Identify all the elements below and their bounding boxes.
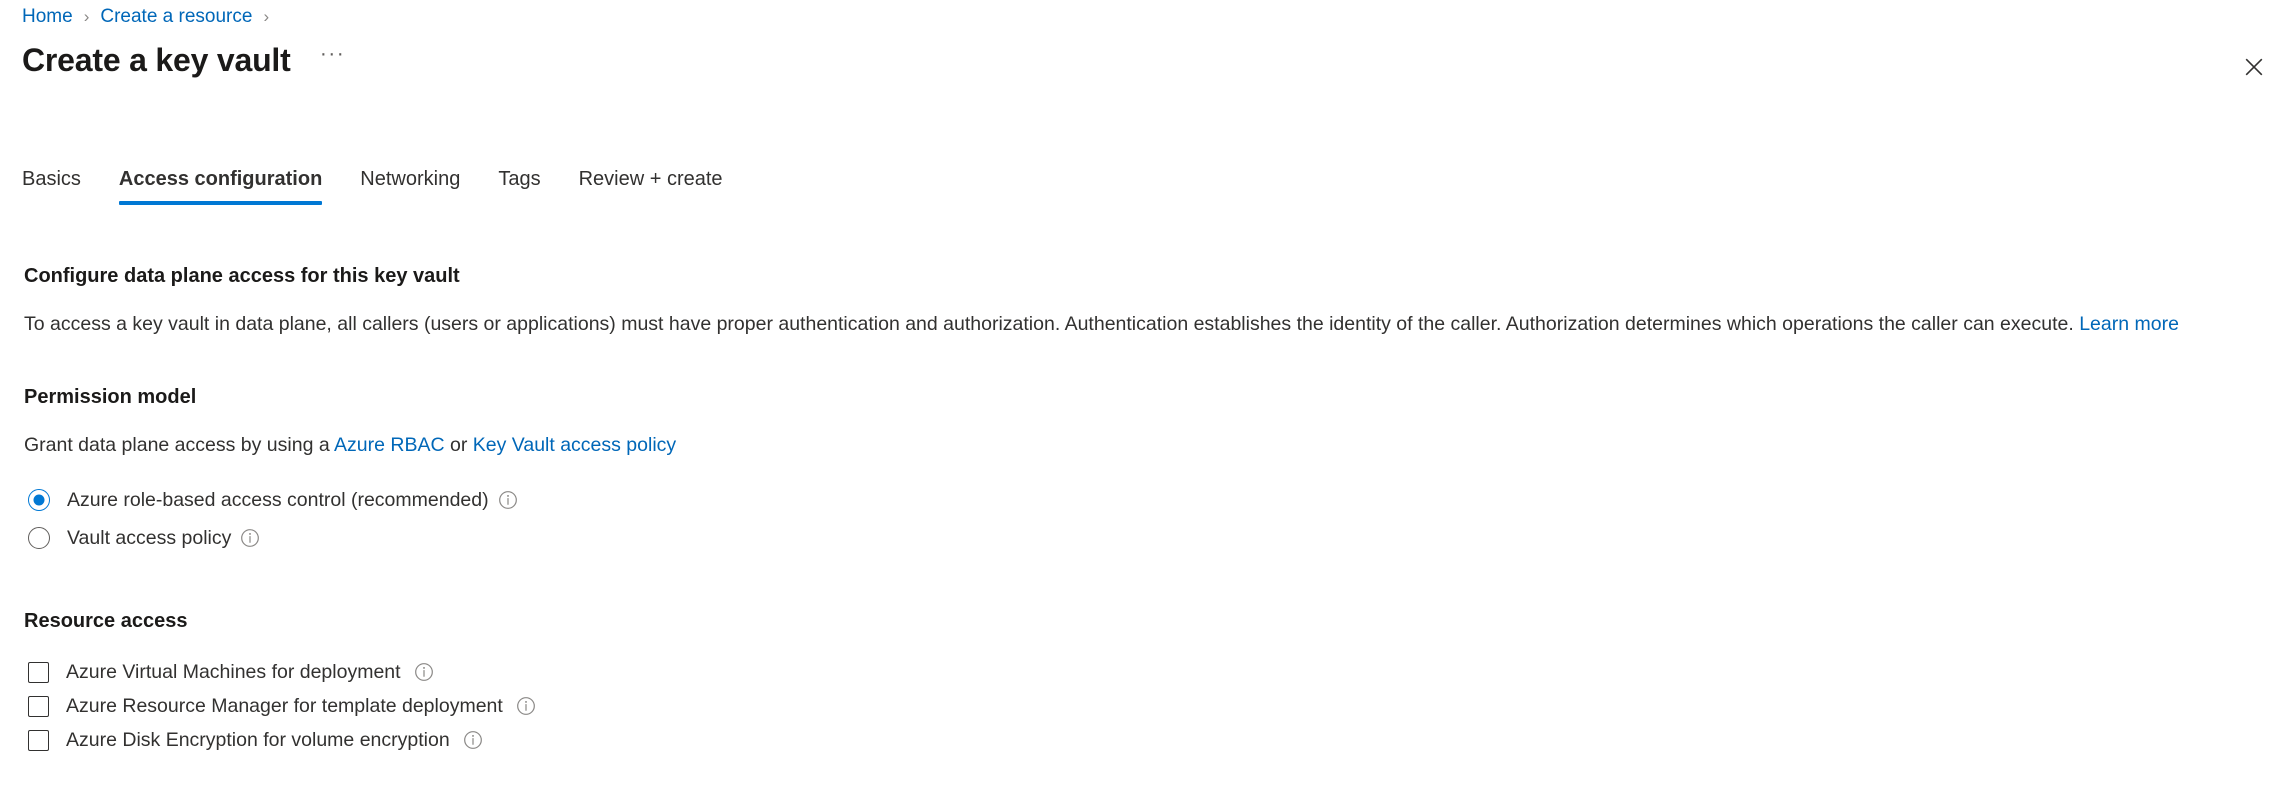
breadcrumb-separator-icon: › (263, 7, 270, 26)
resource-access-section: Resource access Azure Virtual Machines f… (24, 607, 2265, 757)
info-circle-icon (414, 663, 433, 681)
checkbox-azure-disk-encryption-label: Azure Disk Encryption for volume encrypt… (66, 729, 450, 751)
info-icon[interactable] (498, 490, 518, 510)
checkbox-indicator-icon (28, 661, 49, 683)
tab-basics[interactable]: Basics (22, 165, 81, 205)
tab-bar: Basics Access configuration Networking T… (22, 165, 723, 213)
info-icon[interactable] (463, 730, 483, 750)
grant-prefix-text: Grant data plane access by using a (24, 434, 330, 456)
checkbox-azure-virtual-machines[interactable]: Azure Virtual Machines for deployment (24, 655, 434, 689)
info-circle-icon (241, 529, 260, 547)
key-vault-access-policy-link[interactable]: Key Vault access policy (473, 434, 676, 456)
radio-vault-access-policy-label: Vault access policy (67, 527, 232, 549)
permission-model-heading: Permission model (24, 386, 197, 408)
checkbox-azure-virtual-machines-label: Azure Virtual Machines for deployment (66, 661, 401, 683)
breadcrumb-item-create-a-resource[interactable]: Create a resource (100, 4, 252, 30)
breadcrumb-item-home[interactable]: Home (22, 4, 73, 30)
checkbox-azure-disk-encryption[interactable]: Azure Disk Encryption for volume encrypt… (24, 723, 483, 757)
info-icon[interactable] (516, 696, 536, 716)
azure-rbac-link[interactable]: Azure RBAC (334, 434, 445, 456)
tab-networking[interactable]: Networking (360, 165, 460, 205)
permission-model-section: Permission model Grant data plane access… (24, 383, 2265, 557)
main-content: Configure data plane access for this key… (24, 262, 2265, 757)
radio-indicator-icon (28, 527, 50, 549)
checkbox-indicator-icon (28, 729, 49, 751)
grant-conjunction-text: or (450, 434, 468, 456)
permission-model-description: Grant data plane access by using a Azure… (24, 431, 2265, 459)
checkbox-azure-resource-manager-label: Azure Resource Manager for template depl… (66, 695, 503, 717)
title-row: Create a key vault ··· (22, 40, 350, 80)
permission-model-radio-group: Azure role-based access control (recomme… (24, 481, 2265, 557)
tab-review-create[interactable]: Review + create (579, 165, 723, 205)
info-circle-icon (498, 491, 517, 509)
info-icon[interactable] (240, 528, 260, 548)
description-text: To access a key vault in data plane, all… (24, 313, 2074, 335)
close-icon (2245, 58, 2263, 76)
resource-access-heading: Resource access (24, 610, 188, 632)
learn-more-link[interactable]: Learn more (2079, 313, 2179, 335)
tab-tags[interactable]: Tags (498, 165, 540, 205)
info-circle-icon (463, 731, 482, 749)
configure-data-plane-description: To access a key vault in data plane, all… (24, 310, 2265, 338)
radio-azure-rbac-label: Azure role-based access control (recomme… (67, 489, 489, 511)
radio-azure-rbac[interactable]: Azure role-based access control (recomme… (24, 481, 518, 519)
checkbox-azure-resource-manager[interactable]: Azure Resource Manager for template depl… (24, 689, 536, 723)
create-key-vault-blade: Home › Create a resource › Create a key … (0, 0, 2289, 796)
page-title: Create a key vault (22, 42, 291, 78)
radio-indicator-icon (28, 489, 50, 511)
info-icon[interactable] (414, 662, 434, 682)
resource-access-checkbox-group: Azure Virtual Machines for deployment Az… (24, 655, 2265, 757)
close-button[interactable] (2235, 48, 2273, 86)
breadcrumb-separator-icon: › (83, 7, 90, 26)
info-circle-icon (516, 697, 535, 715)
breadcrumb: Home › Create a resource › (22, 4, 280, 30)
checkbox-indicator-icon (28, 695, 49, 717)
more-options-icon[interactable]: ··· (316, 43, 350, 77)
configure-data-plane-heading: Configure data plane access for this key… (24, 265, 460, 287)
radio-vault-access-policy[interactable]: Vault access policy (24, 519, 260, 557)
tab-access-configuration[interactable]: Access configuration (118, 165, 323, 205)
